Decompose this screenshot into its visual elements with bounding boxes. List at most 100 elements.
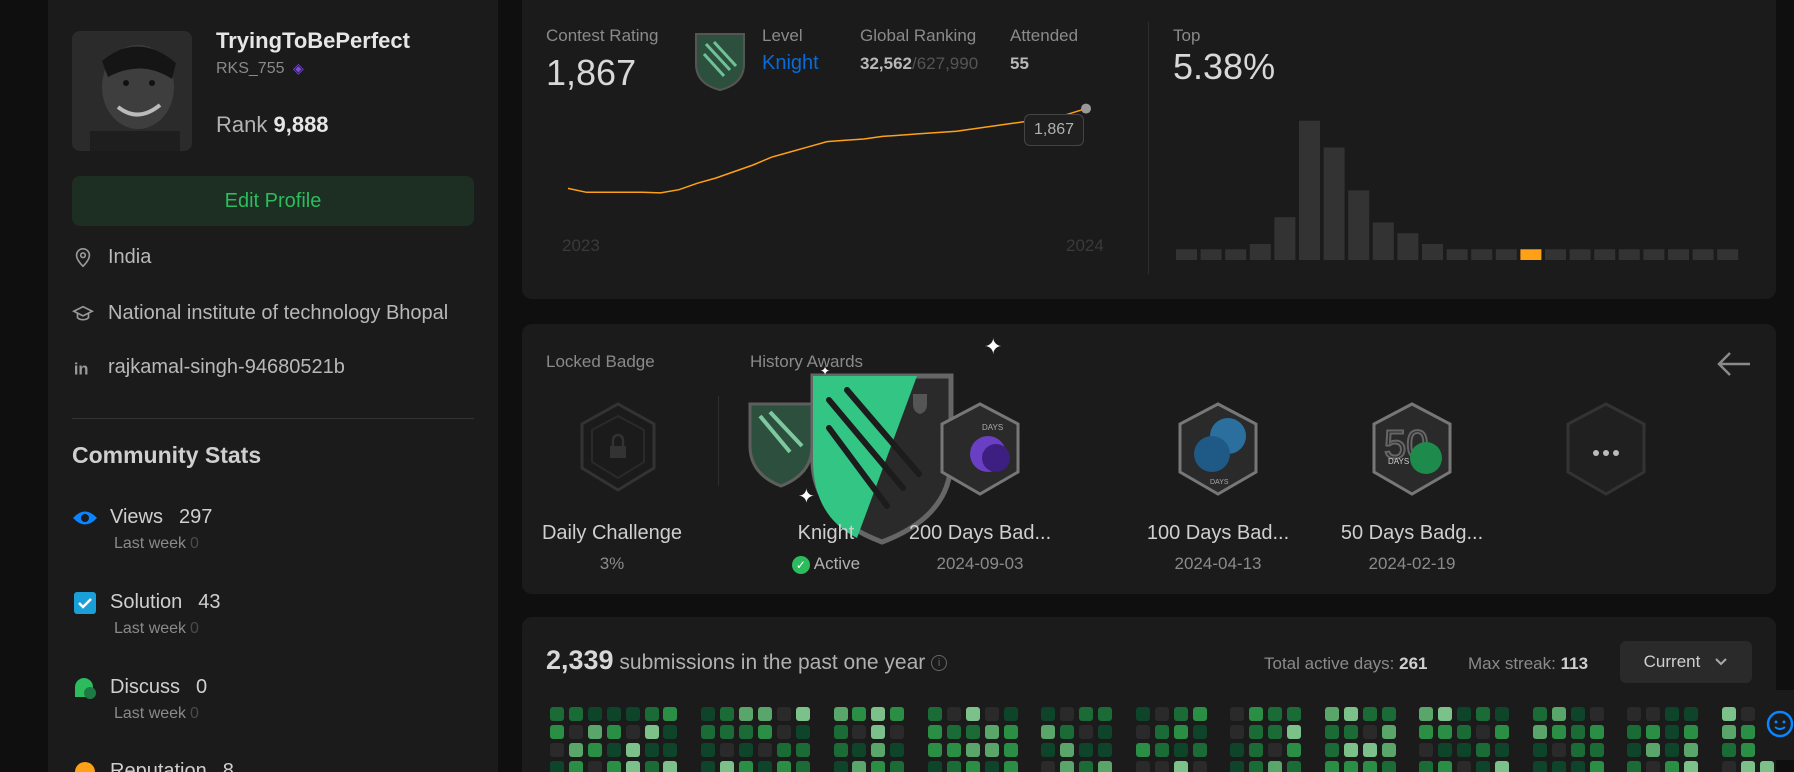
heatmap-cell[interactable] bbox=[1041, 761, 1056, 772]
ranking-distribution-chart[interactable] bbox=[1176, 110, 1746, 260]
heatmap-cell[interactable] bbox=[1135, 725, 1150, 739]
heatmap-cell[interactable] bbox=[1495, 743, 1509, 757]
heatmap-cell[interactable] bbox=[871, 707, 886, 721]
heatmap-cell[interactable] bbox=[795, 725, 810, 739]
heatmap-cell[interactable] bbox=[1098, 761, 1113, 772]
heatmap-cell[interactable] bbox=[852, 761, 867, 772]
heatmap-cell[interactable] bbox=[663, 743, 678, 757]
heatmap-cell[interactable] bbox=[1060, 743, 1075, 757]
heatmap-cell[interactable] bbox=[1665, 743, 1680, 757]
heatmap-cell[interactable] bbox=[1381, 707, 1396, 721]
heatmap-cell[interactable] bbox=[1740, 707, 1755, 721]
heatmap-cell[interactable] bbox=[1627, 743, 1642, 757]
heatmap-cell[interactable] bbox=[1627, 725, 1642, 739]
heatmap-cell[interactable] bbox=[984, 761, 999, 772]
heatmap-cell[interactable] bbox=[1627, 761, 1642, 772]
heatmap-cell[interactable] bbox=[1495, 707, 1509, 721]
heatmap-cell[interactable] bbox=[644, 707, 659, 721]
heatmap-cell[interactable] bbox=[1532, 743, 1547, 757]
heatmap-cell[interactable] bbox=[1589, 707, 1604, 721]
heatmap-cell[interactable] bbox=[1249, 743, 1264, 757]
heatmap-cell[interactable] bbox=[1192, 761, 1207, 772]
heatmap-cell[interactable] bbox=[928, 743, 942, 757]
heatmap-cell[interactable] bbox=[1268, 725, 1283, 739]
heatmap-cell[interactable] bbox=[1589, 743, 1604, 757]
heatmap-cell[interactable] bbox=[606, 761, 621, 772]
heatmap-cell[interactable] bbox=[606, 743, 621, 757]
heatmap-cell[interactable] bbox=[1532, 761, 1547, 772]
heatmap-cell[interactable] bbox=[1324, 743, 1339, 757]
heatmap-cell[interactable] bbox=[1646, 707, 1661, 721]
heatmap-cell[interactable] bbox=[1721, 725, 1736, 739]
heatmap-cell[interactable] bbox=[1003, 725, 1018, 739]
heatmap-cell[interactable] bbox=[871, 743, 886, 757]
heatmap-cell[interactable] bbox=[550, 761, 564, 772]
heatmap-cell[interactable] bbox=[1476, 761, 1491, 772]
heatmap-cell[interactable] bbox=[871, 725, 886, 739]
heatmap-cell[interactable] bbox=[1570, 725, 1585, 739]
heatmap-cell[interactable] bbox=[1495, 725, 1509, 739]
heatmap-cell[interactable] bbox=[1173, 761, 1188, 772]
heatmap-cell[interactable] bbox=[890, 725, 905, 739]
heatmap-cell[interactable] bbox=[568, 743, 583, 757]
heatmap-cell[interactable] bbox=[1646, 725, 1661, 739]
heatmap-cell[interactable] bbox=[757, 761, 772, 772]
heatmap-cell[interactable] bbox=[1740, 743, 1755, 757]
heatmap-cell[interactable] bbox=[1457, 761, 1472, 772]
heatmap-cell[interactable] bbox=[1060, 725, 1075, 739]
heatmap-cell[interactable] bbox=[720, 707, 735, 721]
heatmap-cell[interactable] bbox=[587, 761, 602, 772]
heatmap-cell[interactable] bbox=[663, 761, 678, 772]
heatmap-cell[interactable] bbox=[1589, 761, 1604, 772]
heatmap-cell[interactable] bbox=[833, 707, 848, 721]
heatmap-cell[interactable] bbox=[946, 743, 961, 757]
heatmap-cell[interactable] bbox=[1268, 743, 1283, 757]
heatmap-cell[interactable] bbox=[984, 725, 999, 739]
heatmap-cell[interactable] bbox=[1154, 725, 1169, 739]
heatmap-cell[interactable] bbox=[890, 761, 905, 772]
heatmap-cell[interactable] bbox=[1646, 743, 1661, 757]
heatmap-cell[interactable] bbox=[739, 707, 753, 721]
heatmap-cell[interactable] bbox=[1173, 707, 1188, 721]
heatmap-cell[interactable] bbox=[644, 743, 659, 757]
heatmap-cell[interactable] bbox=[1438, 725, 1453, 739]
heatmap-cell[interactable] bbox=[928, 761, 942, 772]
heatmap-cell[interactable] bbox=[1230, 725, 1245, 739]
heatmap-cell[interactable] bbox=[946, 725, 961, 739]
heatmap-cell[interactable] bbox=[1665, 725, 1680, 739]
heatmap-cell[interactable] bbox=[1173, 725, 1188, 739]
heatmap-cell[interactable] bbox=[1740, 761, 1755, 772]
heatmap-cell[interactable] bbox=[1438, 707, 1453, 721]
heatmap-cell[interactable] bbox=[1589, 725, 1604, 739]
heatmap-cell[interactable] bbox=[1060, 761, 1075, 772]
heatmap-cell[interactable] bbox=[644, 725, 659, 739]
heatmap-cell[interactable] bbox=[1230, 761, 1245, 772]
heatmap-cell[interactable] bbox=[1457, 725, 1472, 739]
heatmap-cell[interactable] bbox=[1419, 725, 1434, 739]
heatmap-cell[interactable] bbox=[550, 707, 564, 721]
heatmap-cell[interactable] bbox=[1098, 725, 1113, 739]
heatmap-cell[interactable] bbox=[1230, 743, 1245, 757]
heatmap-cell[interactable] bbox=[1192, 725, 1207, 739]
heatmap-cell[interactable] bbox=[776, 743, 791, 757]
info-icon[interactable]: i bbox=[931, 655, 948, 672]
heatmap-cell[interactable] bbox=[625, 707, 640, 721]
heatmap-cell[interactable] bbox=[1570, 707, 1585, 721]
heatmap-cell[interactable] bbox=[1287, 707, 1302, 721]
heatmap-cell[interactable] bbox=[1551, 725, 1566, 739]
heatmap-cell[interactable] bbox=[606, 707, 621, 721]
heatmap-cell[interactable] bbox=[1419, 761, 1434, 772]
heatmap-cell[interactable] bbox=[568, 707, 583, 721]
heatmap-cell[interactable] bbox=[1154, 707, 1169, 721]
heatmap-cell[interactable] bbox=[965, 743, 980, 757]
heatmap-cell[interactable] bbox=[550, 725, 564, 739]
heatmap-cell[interactable] bbox=[1684, 743, 1698, 757]
heatmap-cell[interactable] bbox=[644, 761, 659, 772]
heatmap-cell[interactable] bbox=[1041, 725, 1056, 739]
heatmap-cell[interactable] bbox=[1570, 761, 1585, 772]
heatmap-cell[interactable] bbox=[1476, 725, 1491, 739]
linkedin-row[interactable]: in rajkamal-singh-94680521b bbox=[72, 356, 345, 379]
heatmap-cell[interactable] bbox=[568, 725, 583, 739]
heatmap-cell[interactable] bbox=[1438, 761, 1453, 772]
heatmap-cell[interactable] bbox=[1249, 725, 1264, 739]
